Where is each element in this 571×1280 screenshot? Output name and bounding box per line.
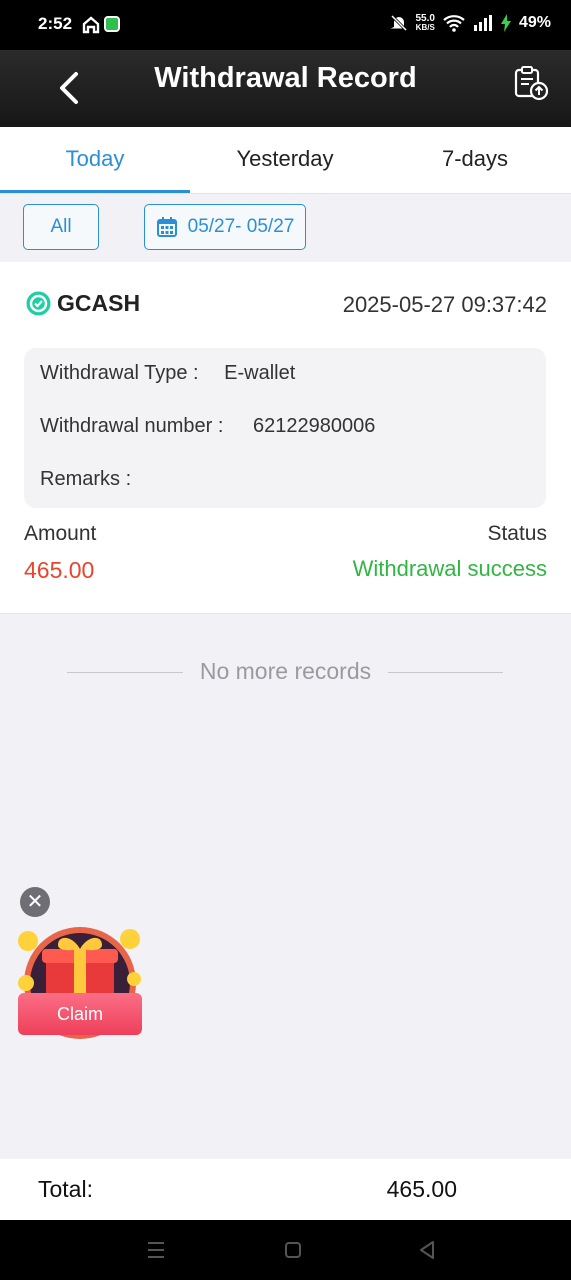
divider-right [388,672,503,673]
export-record-icon[interactable] [513,65,549,101]
home-button-icon[interactable] [284,1238,302,1262]
gcash-logo-icon [26,291,51,316]
claim-button[interactable]: Claim [18,993,142,1035]
battery-level: 49% [518,14,551,31]
withdrawal-type-row: Withdrawal Type : E-wallet [40,362,295,385]
calendar-icon [156,217,177,237]
status-bar: 2:52 55.0 KB/S 49% [0,0,571,50]
list-end-indicator: No more records [0,656,571,686]
withdrawal-number-value: 62122980006 [252,415,376,437]
status-label: Status [487,522,547,545]
mute-bell-icon [390,14,407,32]
home-icon [82,16,100,34]
signal-icon [473,15,492,31]
amount-label: Amount [24,522,97,545]
menu-icon[interactable] [146,1238,166,1262]
filter-bar: All 05/27- 05/27 [0,194,571,262]
date-tabs: Today Yesterday 7-days [0,127,571,194]
remarks-label: Remarks : [40,468,132,490]
app-bar: Withdrawal Record [0,50,571,127]
total-bar: Total: 465.00 [0,1159,571,1220]
net-speed: 55.0 KB/S [415,14,435,33]
total-value: 465.00 [386,1176,457,1202]
tab-yesterday[interactable]: Yesterday [190,127,380,193]
withdrawal-type-value: E-wallet [224,362,296,384]
charging-icon [500,14,511,32]
tab-7-days[interactable]: 7-days [380,127,570,193]
remarks-row: Remarks : [40,468,157,491]
all-filter-button[interactable]: All [23,204,99,250]
amount-value: 465.00 [24,557,95,583]
tab-today[interactable]: Today [0,127,190,193]
close-icon[interactable]: ✕ [20,887,50,917]
status-time: 2:52 [38,14,73,33]
page-title: Withdrawal Record [154,62,417,94]
withdrawal-number-row: Withdrawal number : 62122980006 [40,415,375,438]
provider: GCASH [26,290,140,317]
system-nav-bar [0,1220,571,1280]
shield-icon [104,16,120,32]
wifi-icon [443,15,465,32]
date-range-button[interactable]: 05/27- 05/27 [144,204,306,250]
net-speed-unit: KB/S [415,23,435,32]
total-label: Total: [38,1176,93,1202]
withdrawal-number-label: Withdrawal number : [40,415,224,437]
record-details: Withdrawal Type : E-wallet Withdrawal nu… [24,348,546,508]
status-value: Withdrawal success [352,556,547,581]
back-triangle-icon[interactable] [418,1238,436,1262]
withdrawal-type-label: Withdrawal Type : [40,362,199,384]
record-datetime: 2025-05-27 09:37:42 [342,292,547,317]
withdrawal-record-card[interactable]: GCASH 2025-05-27 09:37:42 Withdrawal Typ… [0,262,571,614]
provider-name: GCASH [57,290,141,316]
date-range-label: 05/27- 05/27 [187,216,295,237]
claim-gift-widget[interactable]: Claim [16,923,146,1045]
